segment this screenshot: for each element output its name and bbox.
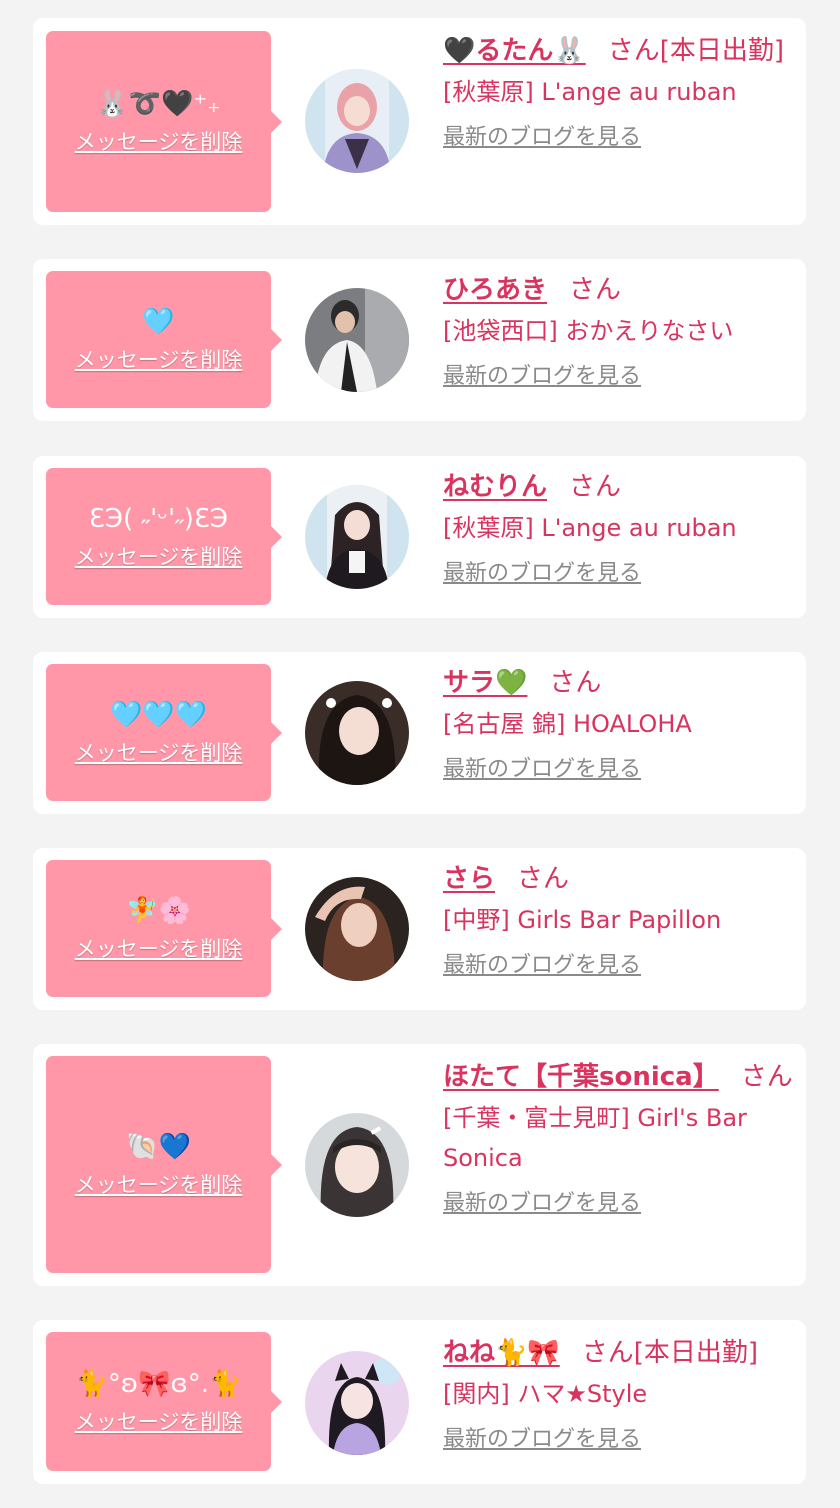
message-text: ƐЭ( ˶'ᵕ'˶)ƐЭ (88, 503, 229, 534)
name-suffix: さん[本日出勤] (581, 1338, 759, 1368)
cast-name-link[interactable]: ひろあき (443, 275, 547, 305)
avatar[interactable] (305, 681, 409, 785)
cast-name-link[interactable]: ほたて【千葉sonica】 (443, 1062, 719, 1092)
message-text: 🧚🌸 (126, 895, 191, 926)
favorite-card: 🩵🩵🩵 メッセージを削除 サラ💚 さん [名古屋 錦] HOALOHA 最新のブロ… (33, 652, 806, 814)
message-bubble: 🧚🌸 メッセージを削除 (46, 860, 282, 997)
latest-blog-link[interactable]: 最新のブログを見る (443, 950, 793, 982)
favorite-card: ƐЭ( ˶'ᵕ'˶)ƐЭ メッセージを削除 ねむりん さん [秋葉原] L'ang… (33, 456, 806, 618)
latest-blog-link[interactable]: 最新のブログを見る (443, 122, 793, 154)
avatar[interactable] (305, 69, 409, 173)
latest-blog-link[interactable]: 最新のブログを見る (443, 754, 793, 786)
shop-text: [秋葉原] L'ange au ruban (443, 514, 737, 542)
cast-name-link[interactable]: さら (443, 864, 495, 894)
latest-blog-link[interactable]: 最新のブログを見る (443, 558, 793, 590)
message-bubble: 🩵 メッセージを削除 (46, 271, 282, 408)
cast-info: ひろあき さん [池袋西口] おかえりなさい 最新のブログを見る (443, 269, 793, 393)
shop-text: [中野] Girls Bar Papillon (443, 906, 722, 934)
avatar[interactable] (305, 1351, 409, 1455)
shop-text: [関内] ハマ★Style (443, 1380, 648, 1408)
favorites-list: 🐰➰🖤⁺₊ メッセージを削除 🖤るたん🐰 さん[本日出勤] [秋葉原] L'ang… (0, 0, 840, 1508)
message-bubble: 🩵🩵🩵 メッセージを削除 (46, 664, 282, 801)
message-bubble: 🐰➰🖤⁺₊ メッセージを削除 (46, 31, 282, 212)
favorite-card: 🐈°ʚ🎀ɞ°.🐈 メッセージを削除 ねね🐈🎀 さん[本日出勤] [関内] ハマ★S… (33, 1320, 806, 1484)
avatar[interactable] (305, 288, 409, 392)
name-suffix: さん (517, 864, 570, 894)
cast-name-link[interactable]: 🖤るたん🐰 (443, 36, 586, 66)
shop-text: [池袋西口] おかえりなさい (443, 317, 734, 345)
cast-info: ほたて【千葉sonica】 さん [千葉・富士見町] Girl's Bar Son… (443, 1056, 793, 1220)
name-line: ひろあき さん (443, 269, 793, 311)
cast-info: サラ💚 さん [名古屋 錦] HOALOHA 最新のブログを見る (443, 662, 793, 786)
avatar[interactable] (305, 485, 409, 589)
cast-name-link[interactable]: ねね🐈🎀 (443, 1338, 560, 1368)
shop-text: [千葉・富士見町] Girl's Bar Sonica (443, 1104, 747, 1172)
favorite-card: 🐚💙 メッセージを削除 ほたて【千葉sonica】 さん [千葉・富士見町] Gi… (33, 1044, 806, 1286)
message-text: 🐈°ʚ🎀ɞ°.🐈 (75, 1368, 242, 1399)
shop-text: [秋葉原] L'ange au ruban (443, 78, 737, 106)
cast-name-link[interactable]: ねむりん (443, 472, 547, 502)
delete-message-link[interactable]: メッセージを削除 (75, 737, 243, 767)
name-line: さら さん (443, 858, 793, 900)
message-bubble: 🐈°ʚ🎀ɞ°.🐈 メッセージを削除 (46, 1332, 282, 1471)
message-text: 🐚💙 (126, 1131, 191, 1162)
favorite-card: 🧚🌸 メッセージを削除 さら さん [中野] Girls Bar Papillon… (33, 848, 806, 1010)
latest-blog-link[interactable]: 最新のブログを見る (443, 361, 793, 393)
cast-info: ねね🐈🎀 さん[本日出勤] [関内] ハマ★Style 最新のブログを見る (443, 1332, 793, 1456)
cast-name-link[interactable]: サラ💚 (443, 668, 527, 698)
message-text: 🐰➰🖤⁺₊ (96, 88, 221, 119)
message-text: 🩵🩵🩵 (109, 699, 208, 730)
delete-message-link[interactable]: メッセージを削除 (75, 541, 243, 571)
message-text: 🩵 (142, 306, 175, 337)
latest-blog-link[interactable]: 最新のブログを見る (443, 1424, 793, 1456)
delete-message-link[interactable]: メッセージを削除 (75, 933, 243, 963)
name-suffix: さん (569, 275, 622, 305)
name-line: 🖤るたん🐰 さん[本日出勤] (443, 30, 793, 72)
name-suffix: さん (740, 1062, 793, 1092)
name-line: サラ💚 さん (443, 662, 793, 704)
cast-info: ねむりん さん [秋葉原] L'ange au ruban 最新のブログを見る (443, 466, 793, 590)
shop-text: [名古屋 錦] HOALOHA (443, 710, 692, 738)
name-suffix: さん (549, 668, 602, 698)
avatar[interactable] (305, 1113, 409, 1217)
name-suffix: さん[本日出勤] (607, 36, 785, 66)
name-line: ねむりん さん (443, 466, 793, 508)
delete-message-link[interactable]: メッセージを削除 (75, 344, 243, 374)
latest-blog-link[interactable]: 最新のブログを見る (443, 1188, 793, 1220)
name-line: ほたて【千葉sonica】 さん (443, 1056, 793, 1098)
name-suffix: さん (569, 472, 622, 502)
favorite-card: 🐰➰🖤⁺₊ メッセージを削除 🖤るたん🐰 さん[本日出勤] [秋葉原] L'ang… (33, 18, 806, 225)
delete-message-link[interactable]: メッセージを削除 (75, 1406, 243, 1436)
favorite-card: 🩵 メッセージを削除 ひろあき さん [池袋西口] おかえりなさい 最新のブログを… (33, 259, 806, 421)
name-line: ねね🐈🎀 さん[本日出勤] (443, 1332, 793, 1374)
message-bubble: ƐЭ( ˶'ᵕ'˶)ƐЭ メッセージを削除 (46, 468, 282, 605)
delete-message-link[interactable]: メッセージを削除 (75, 1169, 243, 1199)
cast-info: さら さん [中野] Girls Bar Papillon 最新のブログを見る (443, 858, 793, 982)
cast-info: 🖤るたん🐰 さん[本日出勤] [秋葉原] L'ange au ruban 最新のブ… (443, 30, 793, 154)
avatar[interactable] (305, 877, 409, 981)
delete-message-link[interactable]: メッセージを削除 (75, 126, 243, 156)
message-bubble: 🐚💙 メッセージを削除 (46, 1056, 282, 1273)
